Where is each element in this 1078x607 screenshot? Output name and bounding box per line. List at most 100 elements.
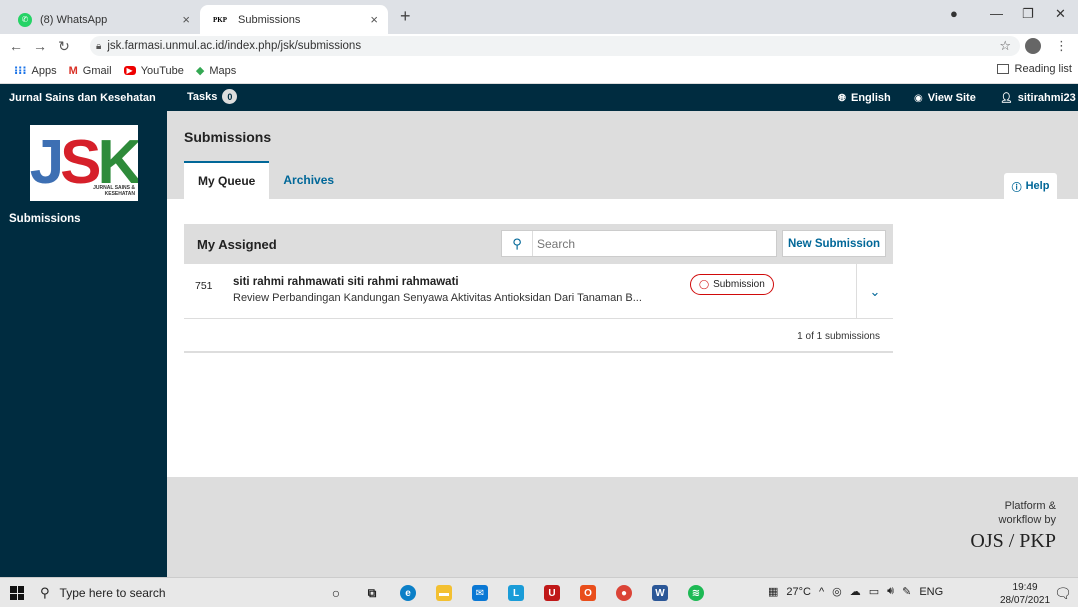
back-icon[interactable]: ← [4,38,28,54]
brand-line-2: workflow by [998,514,1056,527]
address-bar: ← → ↻ 🔒︎ jsk.farmasi.unmul.ac.id/index.p… [0,34,1078,58]
search-input[interactable] [532,231,776,256]
cortana-icon[interactable]: ○ [318,582,354,604]
submission-title[interactable]: Review Perbandingan Kandungan Senyawa Ak… [233,292,673,304]
user-menu[interactable]: 👤︎ sitirahmi23 [1000,92,1076,104]
minimize-icon[interactable]: — [990,6,1003,21]
tray-chevron-icon[interactable]: ^ [819,586,824,598]
gmail-icon: M [68,64,78,77]
maps-icon: ◆ [195,65,205,77]
user-icon: 👤︎ [1000,92,1013,104]
new-tab-button[interactable]: + [400,6,411,27]
task-view-icon[interactable]: ⧉ [354,582,390,604]
bookmark-label: YouTube [140,64,184,77]
volume-icon[interactable]: 🔊︎ [887,585,894,598]
new-submission-button[interactable]: New Submission [782,230,886,257]
profile-avatar[interactable] [1025,38,1041,54]
submission-tabs: My Queue Archives [184,161,348,199]
taskbar-clock[interactable]: 19:49 28/07/2021 [1000,581,1050,607]
reading-list-label: Reading list [1014,63,1072,75]
youtube-icon: ▶ [123,66,136,75]
chrome-icon[interactable]: ● [606,582,642,604]
submission-author[interactable]: siti rahmi rahmawati siti rahmi rahmawat… [233,276,459,288]
bookmarks-bar: ⁝⁝⁝ Apps M Gmail ▶ YouTube ◆ Maps Readin… [0,58,1078,84]
file-explorer-icon[interactable]: ▬ [426,582,462,604]
sidebar: JSK JURNAL SAINS & KESEHATAN Submissions [0,111,167,577]
stage-circle-icon: ◯ [699,279,710,289]
window-close-icon[interactable]: ✕ [1055,6,1066,22]
tab-label: (8) WhatsApp [40,13,108,26]
view-site-link[interactable]: ◉ View Site [914,92,976,104]
edge-icon[interactable]: e [390,582,426,604]
browser-tab-whatsapp[interactable]: ✆ (8) WhatsApp × [8,5,200,34]
reading-list-icon [996,64,1009,74]
office-icon[interactable]: O [570,582,606,604]
tab-my-queue[interactable]: My Queue [184,161,270,199]
bookmark-label: Apps [31,64,57,77]
bookmark-star-icon[interactable]: ☆ [999,38,1011,54]
journal-switcher[interactable]: Jurnal Sains dan Kesehatan [9,92,156,104]
panel-header: My Assigned ⚲ New Submission [184,224,893,264]
browser-menu-icon[interactable]: ⋮ [1055,38,1068,54]
mail-icon[interactable]: ✉ [462,582,498,604]
system-tray: ▦ 27°C ^ ◎ ☁ ▭ 🔊︎ ✎ ENG [768,585,943,598]
bookmark-label: Maps [209,64,237,77]
search-box: ⚲ [501,230,777,257]
pen-icon[interactable]: ✎ [902,585,911,598]
pagination-status: 1 of 1 submissions [797,331,880,342]
help-button[interactable]: ⓘ Help [1004,173,1057,199]
logo-subtitle: JURNAL SAINS & KESEHATAN [93,185,135,197]
taskbar-search-placeholder: Type here to search [59,586,166,600]
tab-archives[interactable]: Archives [269,161,348,199]
restore-icon[interactable]: ❐ [1022,6,1034,22]
close-tab-icon[interactable]: × [370,12,378,27]
brand-logo-text: OJS / PKP [970,529,1056,552]
bookmark-maps[interactable]: ◆ Maps [195,64,237,78]
sidebar-item-submissions[interactable]: Submissions [9,213,81,225]
bookmark-youtube[interactable]: ▶ YouTube [123,64,184,77]
windows-start-icon[interactable] [10,586,24,600]
spotify-icon[interactable]: ≋ [678,582,714,604]
notifications-icon[interactable]: 🗨︎ [1054,585,1072,602]
clock-date: 28/07/2021 [1000,595,1051,606]
search-icon: ⚲ [40,585,50,600]
taskbar-apps: ○ ⧉ e ▬ ✉ L U O ● W ≋ [318,582,714,604]
bookmark-apps[interactable]: ⁝⁝⁝ Apps [14,64,57,78]
stage-badge[interactable]: ◯ Submission [690,274,774,295]
ojs-top-bar: Jurnal Sains dan Kesehatan Tasks 0 🌐︎ En… [0,84,1078,111]
tab-label: Submissions [238,13,301,26]
mcafee-icon[interactable]: U [534,582,570,604]
whatsapp-icon: ✆ [18,12,32,27]
brand-line-1: Platform & [1004,500,1056,512]
taskbar-search[interactable]: ⚲ Type here to search [40,582,300,604]
expand-row-button[interactable]: ⌄ [856,264,893,319]
stage-label: Submission [713,279,765,290]
battery-icon[interactable]: ▭ [869,585,879,598]
eye-icon: ◉ [914,92,923,104]
table-row[interactable]: 751 siti rahmi rahmawati siti rahmi rahm… [184,264,893,319]
word-icon[interactable]: W [642,582,678,604]
ojs-brand-link[interactable]: Platform & workflow by OJS / PKP [970,499,1056,553]
reading-list-button[interactable]: Reading list [996,63,1072,75]
tasks-label: Tasks [187,90,218,103]
profile-dot-icon[interactable]: ● [950,6,958,21]
tasks-count-badge: 0 [222,89,238,104]
url-field[interactable]: 🔒︎ jsk.farmasi.unmul.ac.id/index.php/jsk… [90,36,1020,56]
reload-icon[interactable]: ↻ [52,38,76,55]
language-button[interactable]: 🌐︎ English [838,92,891,104]
windows-taskbar: ⚲ Type here to search ○ ⧉ e ▬ ✉ L U O ● … [0,577,1078,607]
forward-icon[interactable]: → [28,38,52,54]
tasks-button[interactable]: Tasks 0 [187,89,238,104]
browser-tab-submissions[interactable]: PKP Submissions × [200,5,388,34]
main-area: Submissions My Queue Archives ⓘ Help My … [167,111,1078,477]
cloud-icon[interactable]: ☁ [850,585,861,598]
journal-logo[interactable]: JSK JURNAL SAINS & KESEHATAN [30,125,138,201]
temperature[interactable]: 27°C [786,586,811,598]
bookmark-gmail[interactable]: M Gmail [69,65,112,77]
close-tab-icon[interactable]: × [182,12,190,27]
network-icon[interactable]: ◎ [832,585,842,598]
l-app-icon[interactable]: L [498,582,534,604]
input-language[interactable]: ENG [919,586,943,598]
weather-icon[interactable]: ▦ [768,585,778,598]
search-icon[interactable]: ⚲ [502,236,532,252]
